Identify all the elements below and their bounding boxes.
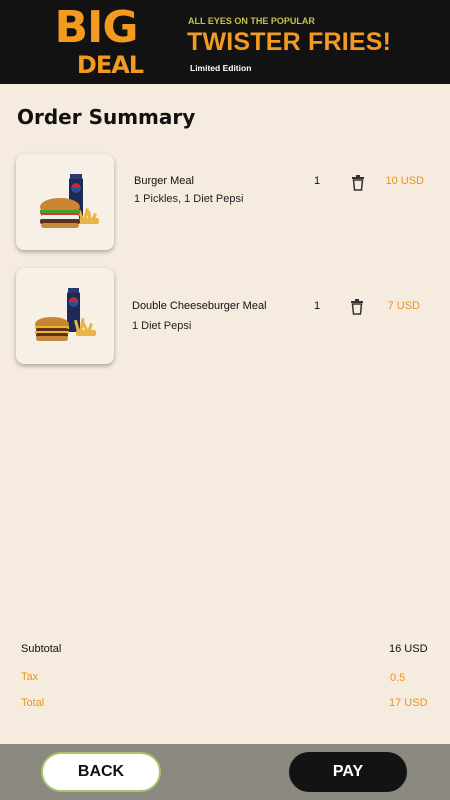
trash-icon[interactable] <box>351 175 365 191</box>
tax-label: Tax <box>21 671 39 683</box>
item-quantity: 1 <box>314 300 321 312</box>
pay-button[interactable]: PAY <box>289 752 407 792</box>
item-image-burger-meal <box>16 154 114 250</box>
item-quantity: 1 <box>314 175 321 187</box>
banner-headline: TWISTER FRIES! <box>187 28 392 56</box>
total-label: Total <box>21 697 45 709</box>
subtotal-value: 16 USD <box>389 643 428 655</box>
item-price: 10 USD <box>385 175 424 187</box>
banner-tagline: Limited Edition <box>190 63 252 73</box>
item-options: 1 Diet Pepsi <box>132 320 192 332</box>
item-image-double-cheeseburger-meal <box>16 268 114 364</box>
item-name: Double Cheeseburger Meal <box>132 300 267 312</box>
promo-banner[interactable]: BIG DEAL ALL EYES ON THE POPULAR TWISTER… <box>0 0 450 84</box>
subtotal-label: Subtotal <box>21 643 62 655</box>
page-title: Order Summary <box>17 105 196 129</box>
item-options: 1 Pickles, 1 Diet Pepsi <box>134 193 244 205</box>
tax-value: 0.5 <box>390 672 406 684</box>
banner-eyebrow: ALL EYES ON THE POPULAR <box>188 16 315 26</box>
back-button[interactable]: BACK <box>41 752 161 792</box>
banner-deal-text: DEAL <box>76 51 144 79</box>
item-name: Burger Meal <box>134 175 194 187</box>
banner-big-text: BIG <box>54 2 138 53</box>
total-value: 17 USD <box>389 697 428 709</box>
item-price: 7 USD <box>387 300 420 312</box>
